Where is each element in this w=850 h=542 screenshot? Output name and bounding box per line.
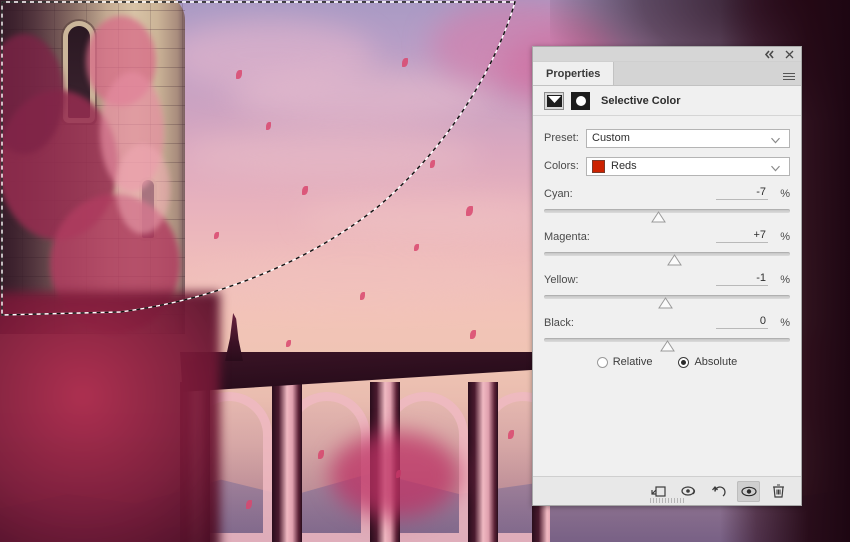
colors-label: Colors: — [544, 160, 579, 172]
slider-unit: % — [780, 188, 790, 200]
slider-unit: % — [780, 231, 790, 243]
cloud — [180, 130, 480, 178]
slider-label: Cyan: — [544, 188, 573, 200]
slider-magenta[interactable]: Magenta: +7% — [544, 227, 790, 266]
delete-icon[interactable] — [767, 481, 790, 502]
color-swatch — [592, 159, 605, 173]
chevron-down-icon — [771, 164, 784, 172]
panel-body: Preset: Custom Colors: Reds Cyan: -7 % M… — [533, 116, 801, 476]
panel-tab-bar[interactable]: Properties — [533, 62, 801, 86]
properties-panel[interactable]: Properties Selective Color Preset: Custo… — [532, 46, 802, 506]
tab-label: Properties — [546, 67, 601, 80]
colors-select[interactable]: Reds — [586, 156, 790, 176]
radio-indicator — [596, 356, 608, 368]
method-radio-group[interactable]: Relative Absolute — [544, 356, 790, 368]
preset-label: Preset: — [544, 132, 579, 144]
collapse-icon[interactable] — [764, 49, 775, 60]
slider-track[interactable] — [544, 338, 790, 352]
adjustment-title: Selective Color — [601, 94, 681, 107]
toggle-visibility-icon[interactable] — [737, 480, 760, 502]
slider-black[interactable]: Black: 0% — [544, 313, 790, 352]
stone-tower — [0, 0, 185, 334]
slider-track[interactable] — [544, 252, 790, 266]
slider-cyan[interactable]: Cyan: -7% — [544, 184, 790, 223]
slider-value[interactable]: -7 — [716, 186, 768, 200]
panel-resize-grip[interactable] — [650, 498, 684, 503]
colors-value: Reds — [611, 160, 637, 172]
cloud — [190, 255, 520, 305]
color-sliders: Cyan: -7% Magenta: +7% Yellow: -1% Black: 0% — [544, 184, 790, 352]
slider-value[interactable]: 0 — [716, 315, 768, 329]
cloud — [300, 195, 560, 239]
chevron-down-icon — [771, 136, 784, 144]
radio-label: Relative — [612, 356, 653, 368]
slider-thumb[interactable] — [659, 340, 675, 352]
tab-properties[interactable]: Properties — [533, 62, 615, 85]
radio-label: Absolute — [694, 356, 738, 368]
close-icon[interactable] — [784, 49, 795, 60]
slider-track[interactable] — [544, 295, 790, 309]
cloud — [230, 70, 490, 122]
slider-label: Magenta: — [544, 231, 590, 243]
slider-unit: % — [780, 317, 790, 329]
selective-color-icon[interactable] — [544, 91, 564, 110]
slider-yellow[interactable]: Yellow: -1% — [544, 270, 790, 309]
preset-value: Custom — [592, 132, 630, 144]
panel-menu-icon[interactable] — [777, 62, 801, 85]
slider-value[interactable]: +7 — [716, 229, 768, 243]
radio-indicator — [678, 356, 690, 368]
colors-row: Colors: Reds — [544, 156, 790, 176]
slider-unit: % — [780, 274, 790, 286]
slider-label: Black: — [544, 317, 574, 329]
layer-mask-icon[interactable] — [571, 91, 590, 110]
slider-label: Yellow: — [544, 274, 579, 286]
slider-thumb[interactable] — [667, 254, 683, 266]
slider-thumb[interactable] — [651, 211, 667, 223]
panel-title-bar — [533, 47, 801, 62]
tab-bar-spacer — [614, 62, 777, 85]
slider-thumb[interactable] — [658, 297, 674, 309]
radio-relative[interactable]: Relative — [596, 356, 653, 368]
blurred-foreground-petal — [330, 432, 460, 518]
foreground-blossom-bush — [0, 292, 220, 542]
radio-absolute[interactable]: Absolute — [678, 356, 737, 368]
reset-icon[interactable] — [707, 481, 730, 502]
photoshop-document-window: Properties Selective Color Preset: Custo… — [0, 0, 850, 542]
preset-row: Preset: Custom — [544, 128, 790, 148]
preset-select[interactable]: Custom — [586, 128, 790, 148]
slider-value[interactable]: -1 — [716, 272, 768, 286]
adjustment-header: Selective Color — [533, 86, 801, 116]
slider-track[interactable] — [544, 209, 790, 223]
